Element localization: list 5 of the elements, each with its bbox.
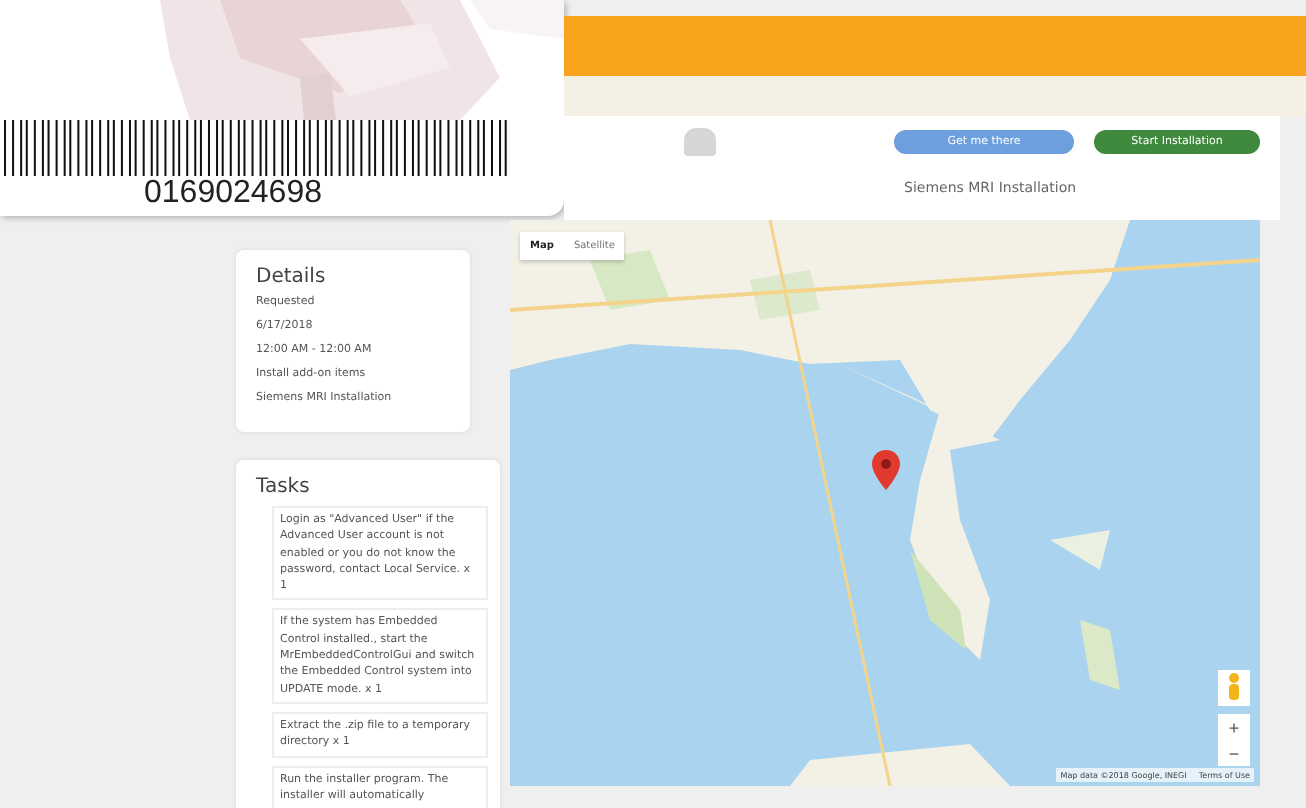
map-pin-icon[interactable] [872, 450, 900, 490]
card-heading: Tasks [256, 476, 312, 498]
card-heading: Details [256, 266, 328, 288]
barcode-number: 0169024698 [144, 176, 322, 212]
avatar-icon [684, 128, 716, 156]
